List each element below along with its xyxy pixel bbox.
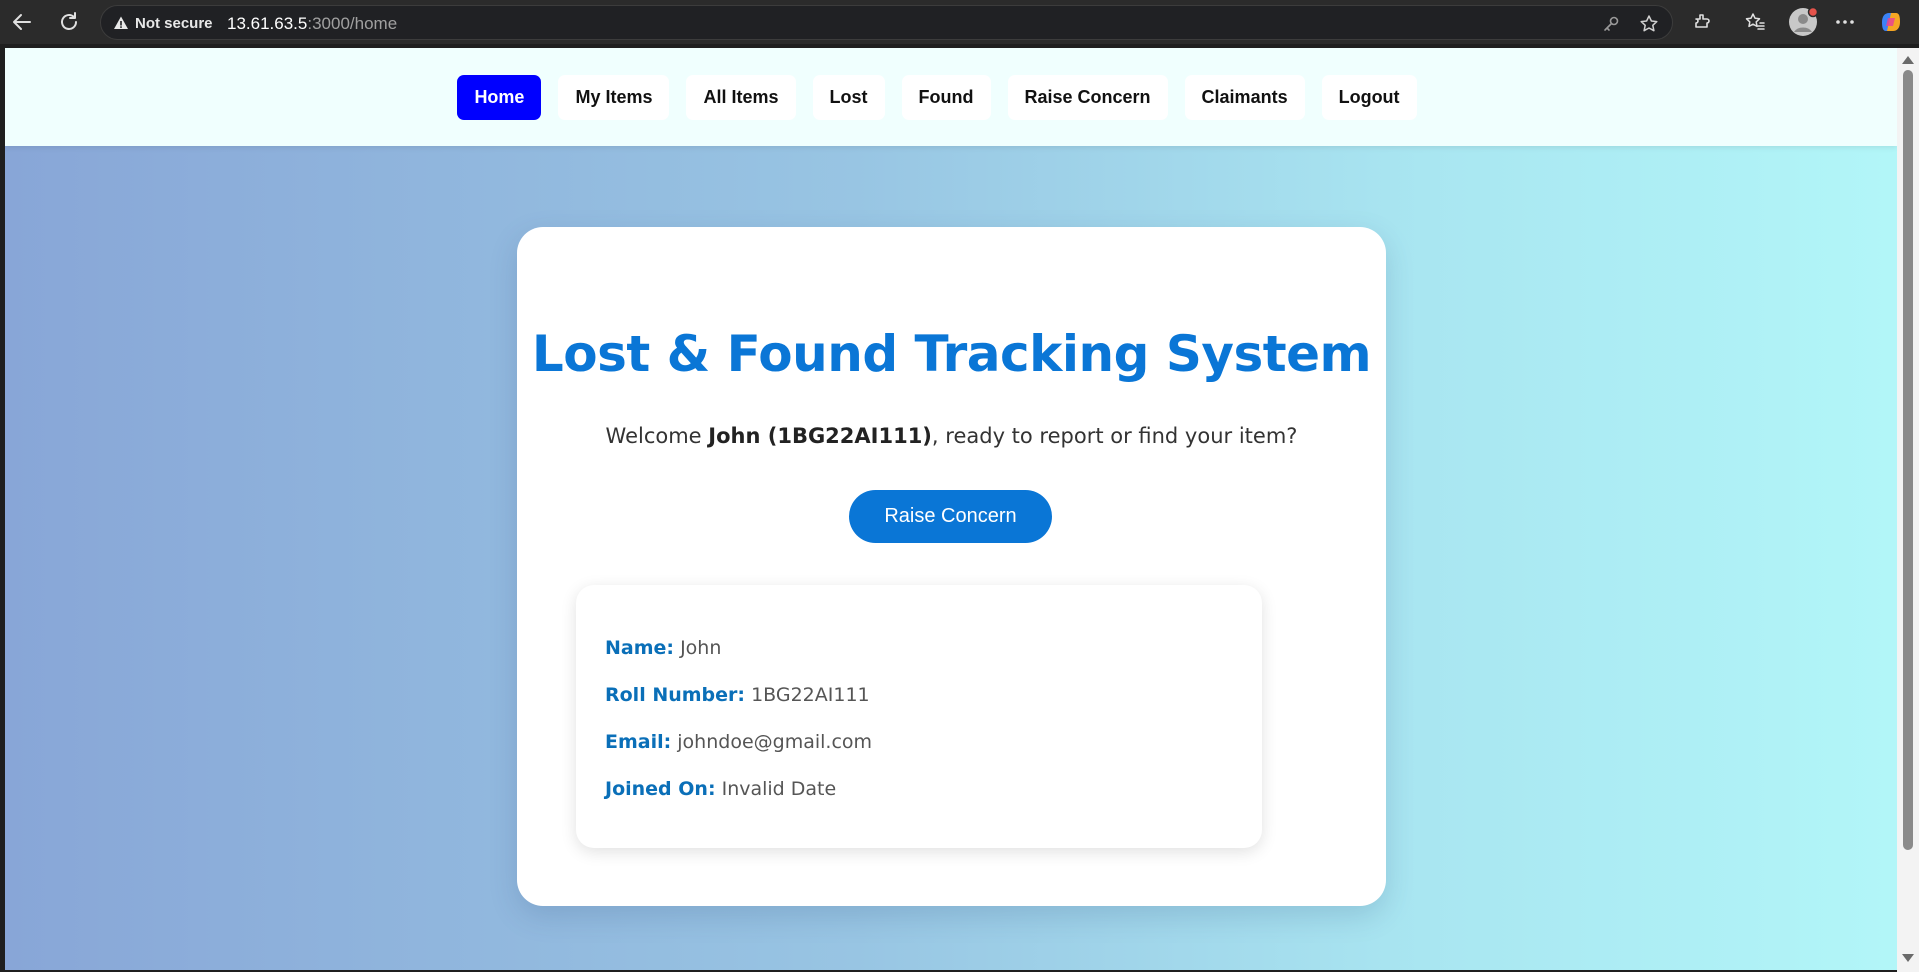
- email-value: johndoe@gmail.com: [677, 731, 873, 753]
- profile-joined-row: Joined On: Invalid Date: [605, 778, 836, 800]
- welcome-user: John (1BG22AI111): [708, 424, 932, 448]
- page-scrollbar[interactable]: [1897, 48, 1919, 972]
- address-bar[interactable]: Not secure 13.61.63.5:3000/home: [100, 5, 1673, 40]
- profile-roll-row: Roll Number: 1BG22AI111: [605, 684, 870, 706]
- nav-my-items[interactable]: My Items: [558, 74, 670, 120]
- welcome-suffix: , ready to report or find your item?: [931, 424, 1298, 448]
- nav-logout[interactable]: Logout: [1321, 74, 1417, 120]
- welcome-prefix: Welcome: [605, 424, 709, 448]
- profile-avatar-icon[interactable]: [1786, 5, 1820, 39]
- browser-toolbar: Not secure 13.61.63.5:3000/home: [0, 0, 1919, 44]
- welcome-message: Welcome John (1BG22AI111), ready to repo…: [517, 424, 1386, 448]
- scroll-down-icon[interactable]: [1902, 954, 1914, 962]
- nav-claimants[interactable]: Claimants: [1184, 74, 1305, 120]
- key-icon[interactable]: [1601, 14, 1621, 34]
- joined-value: Invalid Date: [721, 778, 837, 800]
- warning-icon: [114, 16, 128, 29]
- nav-found[interactable]: Found: [901, 74, 991, 120]
- url-path: :3000/home: [307, 14, 398, 33]
- reload-icon[interactable]: [55, 8, 83, 36]
- profile-email-row: Email: johndoe@gmail.com: [605, 731, 872, 753]
- profile-card: Name: John Roll Number: 1BG22AI111 Email…: [576, 585, 1262, 848]
- nav-home[interactable]: Home: [457, 74, 542, 120]
- page-title: Lost & Found Tracking System: [531, 325, 1372, 383]
- name-label: Name:: [605, 637, 675, 659]
- profile-name-row: Name: John: [605, 637, 721, 659]
- top-navbar: Home My Items All Items Lost Found Raise…: [5, 48, 1897, 146]
- copilot-icon[interactable]: [1877, 8, 1905, 36]
- nav-lost[interactable]: Lost: [812, 74, 885, 120]
- home-card: Lost & Found Tracking System Welcome Joh…: [517, 227, 1386, 906]
- security-label[interactable]: Not secure: [135, 15, 213, 32]
- scroll-up-icon[interactable]: [1902, 56, 1914, 64]
- more-icon[interactable]: [1831, 8, 1859, 36]
- url-host: 13.61.63.5: [227, 14, 308, 33]
- back-arrow-icon[interactable]: [8, 8, 36, 36]
- roll-value: 1BG22AI111: [751, 684, 870, 706]
- scrollbar-thumb[interactable]: [1903, 70, 1913, 850]
- nav-all-items[interactable]: All Items: [686, 74, 796, 120]
- page-viewport: Home My Items All Items Lost Found Raise…: [5, 48, 1897, 970]
- roll-label: Roll Number:: [605, 684, 746, 706]
- email-label: Email:: [605, 731, 672, 753]
- extensions-icon[interactable]: [1689, 8, 1717, 36]
- favorites-icon[interactable]: [1741, 8, 1769, 36]
- raise-concern-button[interactable]: Raise Concern: [849, 490, 1052, 543]
- url-text[interactable]: 13.61.63.5:3000/home: [227, 14, 397, 34]
- joined-label: Joined On:: [605, 778, 716, 800]
- nav-raise-concern[interactable]: Raise Concern: [1007, 74, 1168, 120]
- star-icon[interactable]: [1639, 14, 1659, 34]
- name-value: John: [680, 637, 722, 659]
